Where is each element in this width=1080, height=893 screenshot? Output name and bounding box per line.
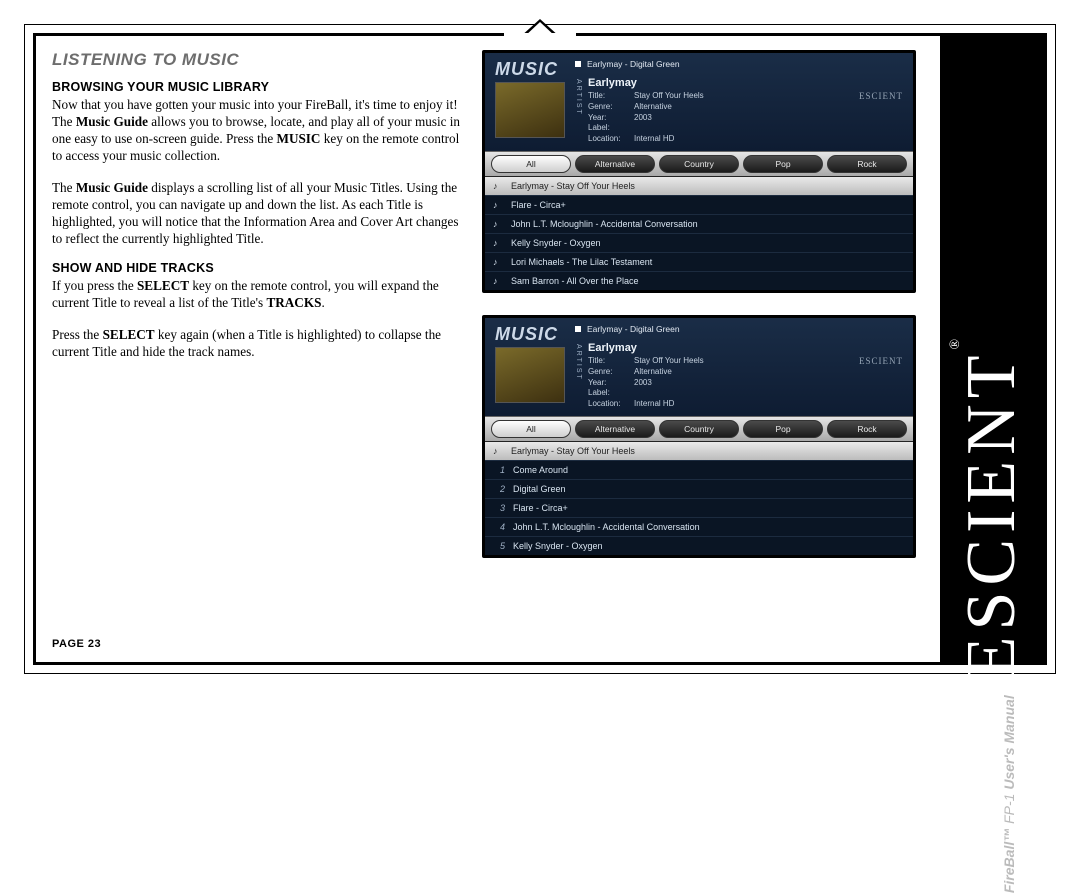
tab-country[interactable]: Country bbox=[659, 155, 739, 173]
panel-brand-logo: ESCIENT bbox=[859, 356, 903, 366]
subheading-tracks: SHOW AND HIDE TRACKS bbox=[52, 261, 462, 275]
music-guide-screenshot-2: MUSIC Earlymay - Digital Green ARTIST Ea… bbox=[482, 315, 916, 558]
artist-vertical-label: ARTIST bbox=[575, 342, 582, 410]
tab-pop[interactable]: Pop bbox=[743, 420, 823, 438]
list-item[interactable]: ♪Sam Barron - All Over the Place bbox=[485, 272, 913, 290]
list-item[interactable]: ♪Flare - Circa+ bbox=[485, 196, 913, 215]
now-playing: Earlymay - Digital Green bbox=[575, 324, 905, 334]
para-2: The Music Guide displays a scrolling lis… bbox=[52, 179, 462, 248]
tab-all[interactable]: All bbox=[491, 420, 571, 438]
now-playing: Earlymay - Digital Green bbox=[575, 59, 905, 69]
artist-name: Earlymay bbox=[588, 342, 704, 354]
tab-alternative[interactable]: Alternative bbox=[575, 420, 655, 438]
page-number: PAGE 23 bbox=[52, 638, 101, 650]
list-item[interactable]: ♪Earlymay - Stay Off Your Heels bbox=[485, 177, 913, 196]
list-item[interactable]: 4John L.T. Mcloughlin - Accidental Conve… bbox=[485, 518, 913, 537]
artist-vertical-label: ARTIST bbox=[575, 77, 582, 145]
tab-rock[interactable]: Rock bbox=[827, 155, 907, 173]
list-item[interactable]: 5Kelly Snyder - Oxygen bbox=[485, 537, 913, 555]
meta-block: Title:Stay Off Your Heels Genre:Alternat… bbox=[588, 91, 704, 145]
list-item[interactable]: 2Digital Green bbox=[485, 480, 913, 499]
tab-all[interactable]: All bbox=[491, 155, 571, 173]
para-1: Now that you have gotten your music into… bbox=[52, 96, 462, 165]
artist-name: Earlymay bbox=[588, 77, 704, 89]
track-list: ♪Earlymay - Stay Off Your Heels 1Come Ar… bbox=[485, 442, 913, 555]
meta-block: Title:Stay Off Your Heels Genre:Alternat… bbox=[588, 356, 704, 410]
para-3: If you press the SELECT key on the remot… bbox=[52, 277, 462, 311]
title-list: ♪Earlymay - Stay Off Your Heels ♪Flare -… bbox=[485, 177, 913, 290]
list-item[interactable]: 3Flare - Circa+ bbox=[485, 499, 913, 518]
music-guide-screenshot-1: MUSIC Earlymay - Digital Green ARTIST Ea… bbox=[482, 50, 916, 293]
cover-art bbox=[495, 82, 565, 138]
tab-country[interactable]: Country bbox=[659, 420, 739, 438]
genre-tabs: All Alternative Country Pop Rock bbox=[485, 416, 913, 442]
manual-title: FireBall™ FP-1 User's Manual bbox=[1001, 695, 1017, 893]
para-4: Press the SELECT key again (when a Title… bbox=[52, 326, 462, 360]
tab-pop[interactable]: Pop bbox=[743, 155, 823, 173]
list-item[interactable]: ♪Kelly Snyder - Oxygen bbox=[485, 234, 913, 253]
cover-art bbox=[495, 347, 565, 403]
screen-title: MUSIC bbox=[495, 59, 565, 80]
genre-tabs: All Alternative Country Pop Rock bbox=[485, 151, 913, 177]
panel-brand-logo: ESCIENT bbox=[859, 91, 903, 101]
section-title: LISTENING TO MUSIC bbox=[52, 50, 462, 70]
tab-alternative[interactable]: Alternative bbox=[575, 155, 655, 173]
screen-title: MUSIC bbox=[495, 324, 565, 345]
subheading-browsing: BROWSING YOUR MUSIC LIBRARY bbox=[52, 80, 462, 94]
list-item[interactable]: ♪John L.T. Mcloughlin - Accidental Conve… bbox=[485, 215, 913, 234]
list-item[interactable]: 1Come Around bbox=[485, 461, 913, 480]
tab-rock[interactable]: Rock bbox=[827, 420, 907, 438]
list-item[interactable]: ♪Earlymay - Stay Off Your Heels bbox=[485, 442, 913, 461]
list-item[interactable]: ♪Lori Michaels - The Lilac Testament bbox=[485, 253, 913, 272]
